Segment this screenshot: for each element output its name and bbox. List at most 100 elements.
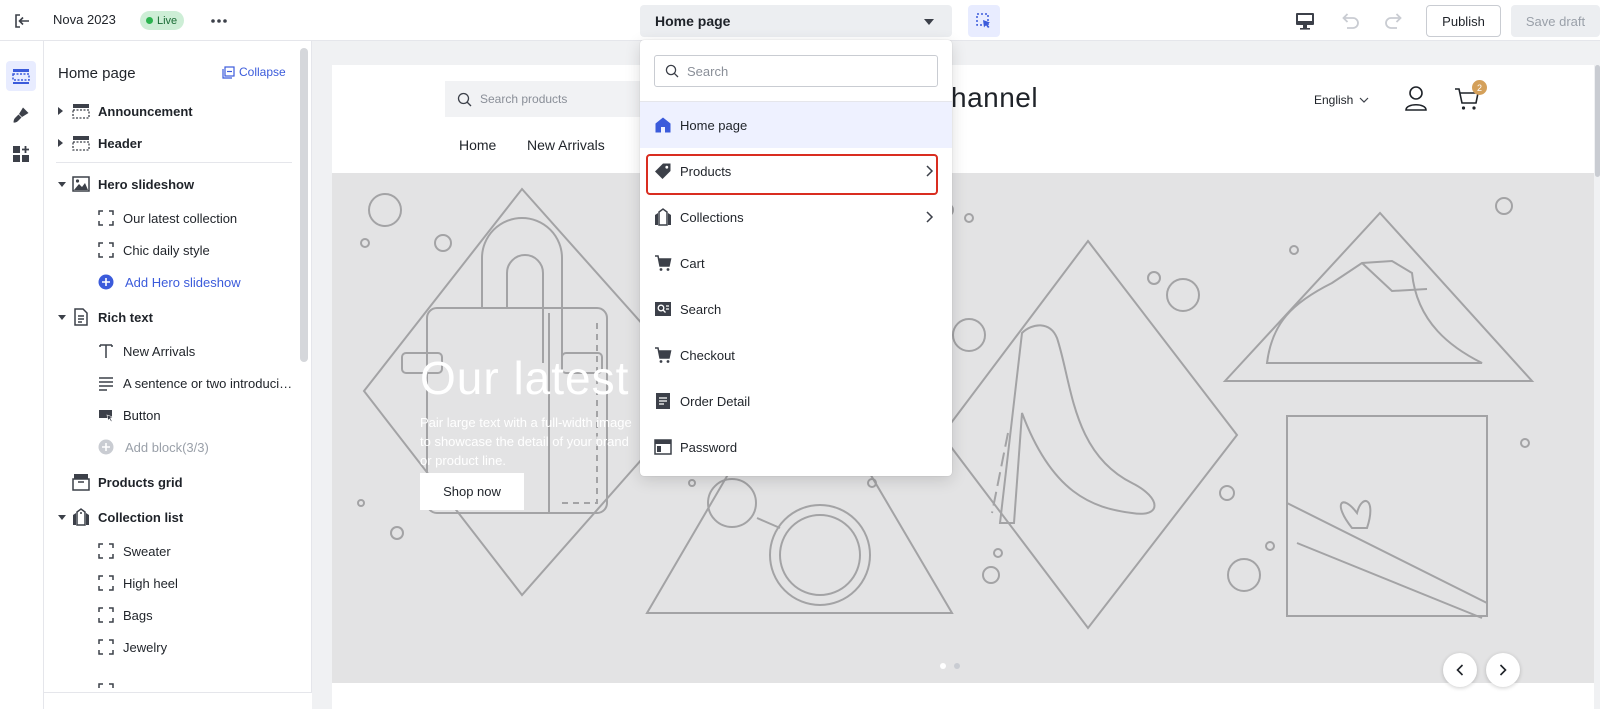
menu-item-label: Products: [680, 163, 732, 179]
cart-icon: [655, 255, 672, 271]
menu-item-label: Checkout: [680, 347, 735, 363]
block-our-latest-collection[interactable]: Our latest collection: [44, 202, 296, 234]
collapse-arrow-icon[interactable]: [58, 181, 66, 187]
add-circle-icon: [98, 439, 114, 455]
collapse-arrow-icon[interactable]: [58, 514, 66, 520]
block-icon: [98, 607, 114, 623]
section-hero-slideshow[interactable]: Hero slideshow: [44, 168, 296, 200]
section-rich-text[interactable]: Rich text: [44, 301, 296, 333]
block-sentence[interactable]: A sentence or two introducing your brand: [44, 367, 296, 399]
menu-item-label: Order Detail: [680, 393, 751, 409]
section-label: Header: [98, 135, 143, 151]
menu-item-collections[interactable]: Collections: [640, 194, 952, 240]
block-high-heel[interactable]: High heel: [44, 567, 296, 599]
document-icon: [656, 393, 670, 409]
desktop-view-icon[interactable]: [1294, 11, 1316, 31]
account-icon[interactable]: [1404, 85, 1428, 111]
block-chic-daily-style[interactable]: Chic daily style: [44, 234, 296, 266]
menu-item-order-detail[interactable]: Order Detail: [640, 378, 952, 424]
chevron-down-icon: [1359, 97, 1369, 103]
expand-arrow-icon[interactable]: [58, 107, 63, 115]
theme-settings-tab[interactable]: [6, 100, 36, 130]
image-icon: [72, 176, 90, 192]
section-header[interactable]: Header: [44, 127, 296, 159]
section-products-grid[interactable]: Products grid: [44, 466, 296, 498]
apps-tab[interactable]: [6, 139, 36, 169]
publish-button[interactable]: Publish: [1426, 5, 1501, 37]
preview-scrollbar[interactable]: [1595, 65, 1600, 177]
search-icon: [665, 64, 679, 78]
menu-item-label: Password: [680, 439, 738, 455]
menu-item-cart[interactable]: Cart: [640, 240, 952, 286]
collapse-arrow-icon[interactable]: [58, 314, 66, 320]
nav-new-arrivals[interactable]: New Arrivals: [527, 137, 605, 153]
dropdown-search-input[interactable]: Search: [654, 55, 938, 87]
redo-icon[interactable]: [1383, 10, 1405, 30]
section-label: Collection list: [98, 509, 184, 525]
exit-icon[interactable]: [12, 11, 32, 31]
block-label: Button: [123, 407, 161, 423]
next-slide-button[interactable]: [1486, 653, 1520, 687]
section-collection-list[interactable]: Collection list: [44, 501, 296, 533]
text-icon: [99, 344, 113, 358]
inspect-button[interactable]: [968, 5, 1000, 37]
block-label: A sentence or two introducing your brand: [123, 375, 293, 391]
products-grid-icon: [72, 474, 90, 491]
menu-item-label: Cart: [680, 255, 705, 271]
add-hero-slideshow-button[interactable]: Add Hero slideshow: [44, 266, 296, 298]
chevron-right-icon: [926, 165, 934, 177]
page-select[interactable]: Home page: [640, 5, 952, 37]
undo-icon[interactable]: [1339, 10, 1361, 30]
add-label: Add block(3/3): [125, 439, 209, 455]
search-icon: [457, 92, 472, 106]
sections-tab[interactable]: [6, 61, 36, 91]
sidebar-title: Home page: [58, 65, 136, 82]
block-label: Our latest collection: [123, 210, 238, 226]
slide-dot[interactable]: [954, 663, 960, 669]
block-bags[interactable]: Bags: [44, 599, 296, 631]
sidebar-scrollbar[interactable]: [300, 48, 308, 362]
shop-now-button[interactable]: Shop now: [420, 473, 524, 510]
block-icon: [98, 210, 114, 226]
block-icon: [98, 639, 114, 655]
language-selector[interactable]: English: [1314, 93, 1369, 107]
prev-slide-button[interactable]: [1443, 653, 1477, 687]
block-new-arrivals[interactable]: New Arrivals: [44, 335, 296, 367]
store-search-placeholder: Search products: [480, 92, 568, 106]
page-dropdown-menu: Search Home page Products Collections Ca…: [640, 40, 952, 476]
menu-item-products[interactable]: Products: [640, 148, 952, 194]
apps-icon: [13, 146, 29, 162]
save-draft-button[interactable]: Save draft: [1511, 5, 1600, 37]
section-label: Announcement: [98, 103, 193, 119]
slide-dot-active[interactable]: [940, 663, 946, 669]
store-search-input[interactable]: Search products: [445, 81, 645, 117]
block-jewelry[interactable]: Jewelry: [44, 631, 296, 663]
more-icon[interactable]: [210, 14, 228, 28]
dropdown-search-placeholder: Search: [687, 63, 729, 79]
divider: [56, 162, 292, 163]
menu-item-password[interactable]: Password: [640, 424, 952, 470]
menu-item-label: Home page: [680, 117, 748, 133]
block-sweater[interactable]: Sweater: [44, 535, 296, 567]
announcement-icon: [72, 104, 90, 119]
expand-arrow-icon[interactable]: [58, 139, 63, 147]
add-block-button[interactable]: Add block(3/3): [44, 431, 296, 463]
block-label: High heel: [123, 575, 178, 591]
live-badge: Live: [140, 11, 185, 30]
block-partial[interactable]: [44, 663, 296, 692]
menu-item-label: Collections: [680, 209, 744, 225]
nav-home[interactable]: Home: [459, 137, 496, 153]
menu-item-home-page[interactable]: Home page: [640, 102, 952, 148]
block-label: Jewelry: [123, 639, 168, 655]
block-icon: [98, 543, 114, 559]
menu-item-checkout[interactable]: Checkout: [640, 332, 952, 378]
chevron-right-icon: [1499, 664, 1507, 676]
search-page-icon: [655, 302, 671, 316]
checkout-icon: [655, 347, 672, 363]
block-button[interactable]: Button: [44, 399, 296, 431]
hero-slideshow: Our latest c Pair large text with a full…: [332, 173, 1594, 683]
section-announcement[interactable]: Announcement: [44, 95, 296, 127]
brush-icon: [13, 107, 29, 123]
collapse-button[interactable]: Collapse: [222, 65, 286, 79]
menu-item-search[interactable]: Search: [640, 286, 952, 332]
